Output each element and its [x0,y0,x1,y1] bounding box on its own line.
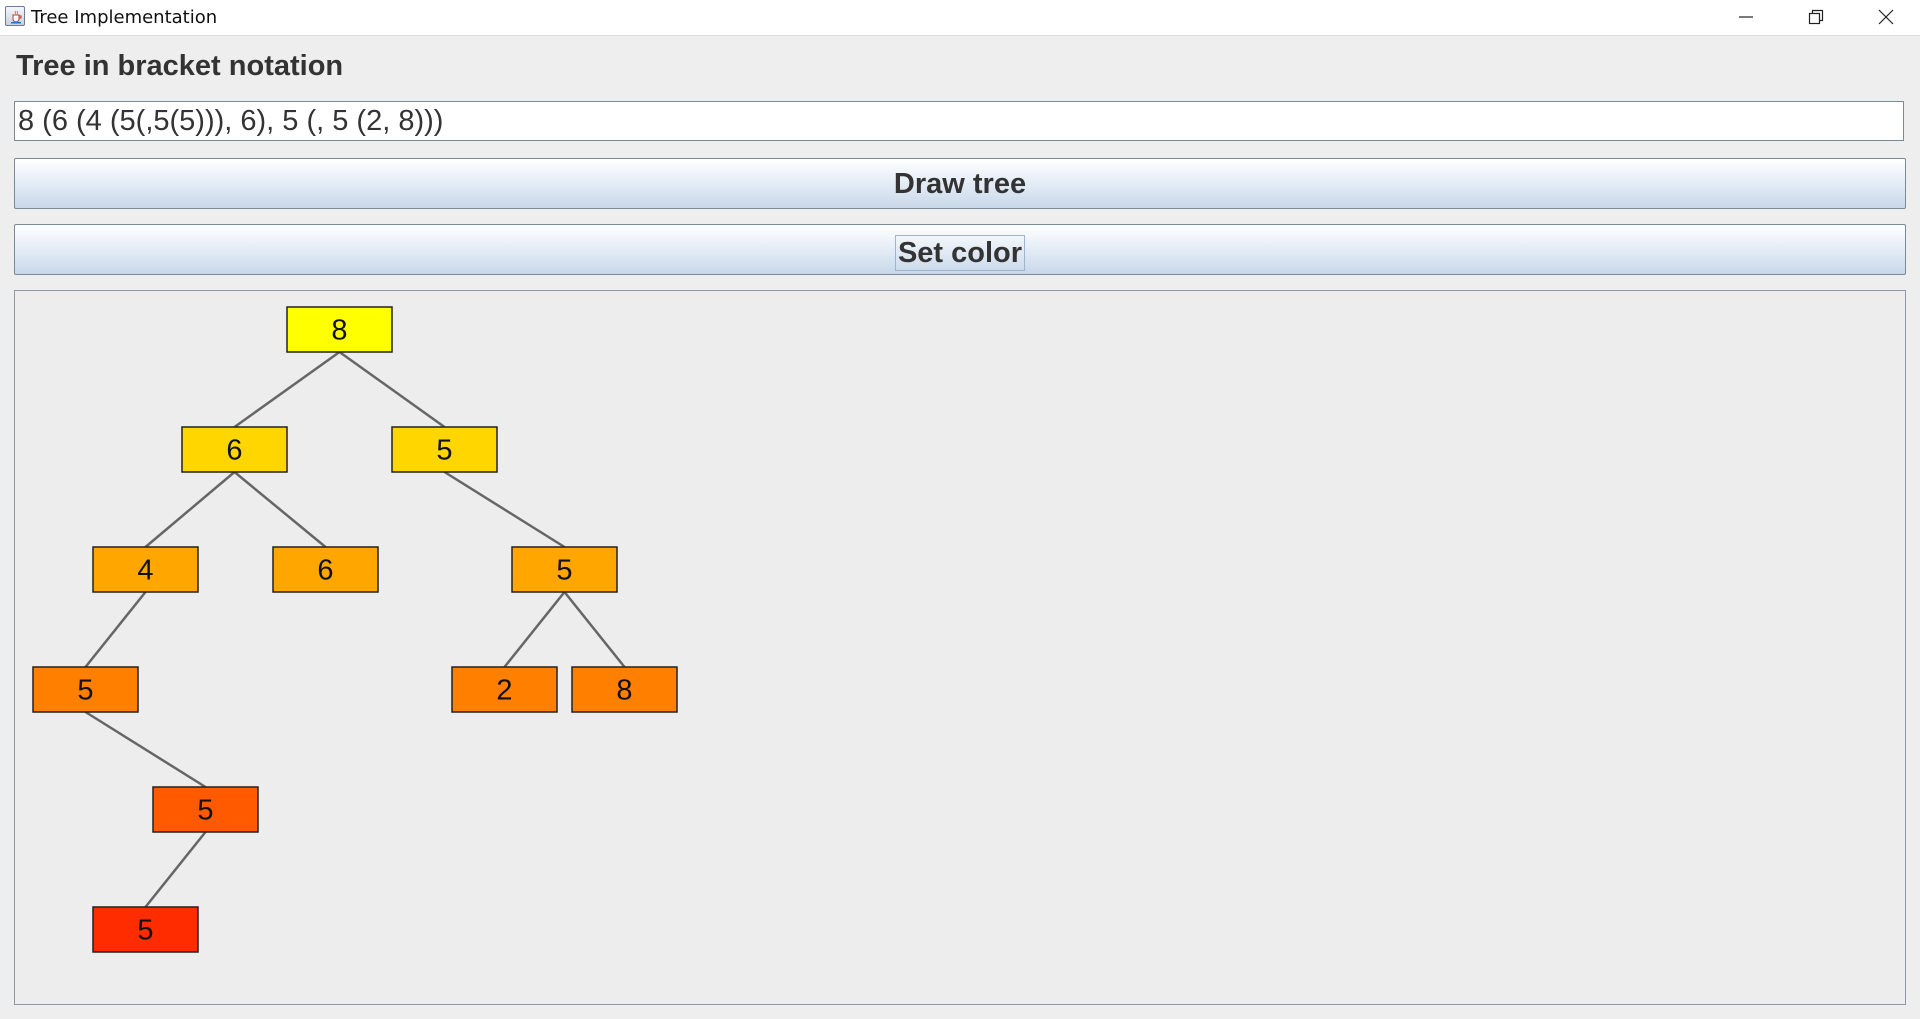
minimize-icon [1739,16,1753,18]
tree-edge [443,470,566,549]
tree-node: 2 [451,666,558,713]
draw-tree-button[interactable]: Draw tree [14,158,1906,209]
tree-node: 4 [92,546,199,593]
tree-edge [338,350,446,429]
tree-node-label: 6 [317,555,333,587]
tree-node: 5 [152,786,259,833]
tree-edge [84,591,147,668]
title-bar: Tree Implementation [0,0,1920,36]
restore-icon [1808,9,1824,25]
tree-node-label: 6 [226,435,242,467]
tree-node: 5 [511,546,618,593]
tree-node-label: 5 [137,915,153,947]
tree-canvas: 8 6 5 4 6 5 5 2 8 5 5 [14,290,1906,1005]
tree-edge [503,591,566,668]
tree-node: 5 [32,666,139,713]
tree-node-label: 8 [616,675,632,707]
bracket-notation-input[interactable] [14,101,1904,141]
tree-node-label: 2 [496,675,512,707]
restore-button[interactable] [1780,0,1850,34]
tree-node-label: 5 [556,555,572,587]
tree-edge [563,591,626,668]
tree-edge [233,350,341,429]
tree-node-label: 8 [331,315,347,347]
tree-edge [144,471,236,548]
tree-edge [233,471,327,548]
tree-node: 5 [391,426,498,473]
tree-node-label: 5 [436,435,452,467]
tree-edge [144,831,207,908]
tree-node: 5 [92,906,199,953]
set-color-button[interactable]: Set color [14,224,1906,275]
window-title: Tree Implementation [31,7,218,28]
tree-node: 8 [571,666,678,713]
tree-node: 6 [272,546,379,593]
minimize-button[interactable] [1710,0,1780,34]
draw-tree-label: Draw tree [893,168,1027,200]
tree-edge [84,710,207,789]
close-button[interactable] [1850,0,1920,34]
tree-node-label: 5 [197,795,213,827]
close-icon [1878,9,1894,25]
tree-node-label: 5 [77,675,93,707]
tree-node: 8 [286,306,393,353]
set-color-label: Set color [894,235,1026,271]
tree-drawing: 8 6 5 4 6 5 5 2 8 5 5 [32,306,678,953]
tree-node-label: 4 [137,555,153,587]
tree-node: 6 [181,426,288,473]
java-app-icon [5,6,25,26]
input-heading: Tree in bracket notation [16,50,344,82]
